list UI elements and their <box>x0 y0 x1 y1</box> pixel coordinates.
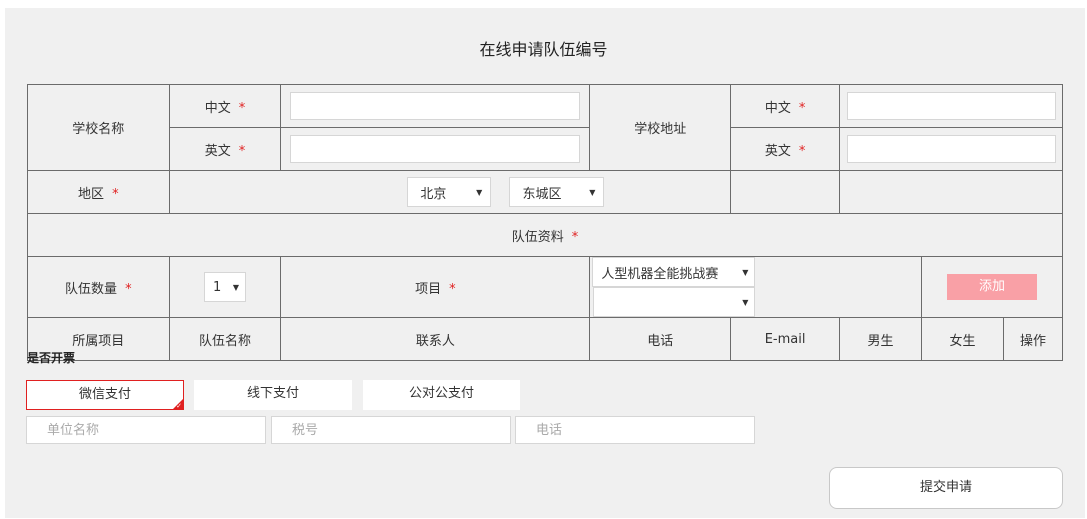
payment-option-label: 线下支付 <box>246 386 299 401</box>
school-name-en-label-cell: 英文 * <box>168 127 282 171</box>
chevron-down-icon: ▼ <box>232 282 240 292</box>
school-address-cn-label-cell: 中文 * <box>730 84 840 128</box>
chevron-down-icon: ▼ <box>589 187 596 197</box>
column-header: 联系人 <box>280 317 591 361</box>
required-mark: * <box>238 100 246 116</box>
submit-button[interactable]: 提交申请 <box>829 467 1063 509</box>
project-select[interactable]: 人型机器全能挑战赛 ▼ <box>592 257 756 287</box>
column-header: 电话 <box>589 317 732 361</box>
school-address-en-input[interactable] <box>846 135 1056 163</box>
team-count-select[interactable]: 1 ▼ <box>204 272 247 302</box>
region-empty-cell <box>730 170 840 214</box>
column-header: 队伍名称 <box>168 317 282 361</box>
column-header: 女生 <box>920 317 1004 361</box>
application-form-table: 学校名称 中文 * 学校地址 中文 * 英文 * 英文 * 地区 * 北京 ▼ 东城区 ▼ 队… <box>27 84 1064 361</box>
team-count-label-cell: 队伍数量 * <box>27 256 170 318</box>
school-name-cn-input[interactable] <box>290 92 581 120</box>
region-select-cell: 北京 ▼ 东城区 ▼ <box>168 170 732 214</box>
required-mark: * <box>798 143 806 159</box>
region-district-select[interactable]: 东城区 ▼ <box>509 177 605 207</box>
chevron-down-icon: ▼ <box>742 297 749 307</box>
required-mark: * <box>125 281 132 297</box>
region-district-value: 东城区 <box>522 186 562 202</box>
page-title: 在线申请队伍编号 <box>479 40 608 59</box>
payment-option-label: 公对公支付 <box>408 386 474 401</box>
school-address-label: 学校地址 <box>589 84 732 171</box>
region-city-value: 北京 <box>420 186 447 202</box>
school-name-en-input[interactable] <box>290 135 581 163</box>
region-empty-cell <box>839 170 1063 214</box>
payment-option-corporate[interactable]: 公对公支付 <box>363 380 520 410</box>
team-count-label: 队伍数量 <box>65 281 118 297</box>
invoice-phone-input[interactable] <box>515 416 755 444</box>
team-count-value: 1 <box>213 279 222 295</box>
project-sub-select[interactable]: ▼ <box>593 287 756 317</box>
school-address-cn-label: 中文 <box>764 100 791 116</box>
required-mark: * <box>238 143 246 159</box>
required-mark: * <box>449 281 456 297</box>
check-icon: ✓ <box>176 402 182 410</box>
school-name-en-label: 英文 <box>204 143 231 159</box>
region-label: 地区 <box>78 186 105 202</box>
payment-option-wechat[interactable]: 微信支付 ✓ <box>26 380 184 410</box>
add-button[interactable]: 添加 <box>946 274 1037 300</box>
invoice-label: 是否开票 <box>27 351 76 365</box>
school-name-cn-label: 中文 <box>204 100 231 116</box>
column-header: 操作 <box>1002 317 1064 361</box>
school-name-label: 学校名称 <box>27 84 170 171</box>
school-address-en-label-cell: 英文 * <box>730 127 840 171</box>
column-header: 男生 <box>839 317 922 361</box>
project-label: 项目 <box>415 281 442 297</box>
region-city-select[interactable]: 北京 ▼ <box>407 177 492 207</box>
chevron-down-icon: ▼ <box>476 187 483 197</box>
payment-option-label: 微信支付 <box>78 387 131 402</box>
required-mark: * <box>798 100 806 116</box>
company-name-input[interactable] <box>26 416 266 444</box>
column-header: E-mail <box>730 317 840 361</box>
project-select-cell: 人型机器全能挑战赛 ▼ ▼ <box>589 256 922 318</box>
payment-option-offline[interactable]: 线下支付 <box>194 380 352 410</box>
required-mark: * <box>112 186 119 202</box>
project-value: 人型机器全能挑战赛 <box>601 266 719 282</box>
project-label-cell: 项目 * <box>280 256 591 318</box>
region-label-cell: 地区 * <box>27 170 170 214</box>
team-info-header: 队伍资料 * <box>27 213 1063 257</box>
chevron-down-icon: ▼ <box>742 267 749 277</box>
required-mark: * <box>571 229 579 245</box>
team-info-label: 队伍资料 <box>511 229 564 245</box>
school-address-cn-input[interactable] <box>846 92 1056 120</box>
tax-id-input[interactable] <box>271 416 511 444</box>
school-name-cn-label-cell: 中文 * <box>168 84 282 128</box>
school-address-en-label: 英文 <box>764 143 791 159</box>
